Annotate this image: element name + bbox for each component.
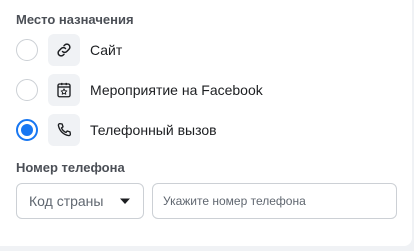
country-code-select[interactable]: Код страны [16,183,144,219]
destination-option-website[interactable]: Сайт [16,34,122,66]
option-label-facebook-event: Мероприятие на Facebook [90,82,263,98]
radio-selected-dot [21,124,33,136]
link-icon [48,34,80,66]
phone-number-input[interactable] [152,183,397,219]
caret-down-icon [119,197,131,205]
option-label-phone-call: Телефонный вызов [90,122,217,138]
phone-icon [48,114,80,146]
option-label-website: Сайт [90,42,123,58]
calendar-star-icon [48,74,80,106]
country-code-label: Код страны [29,193,104,209]
destination-option-facebook-event[interactable]: Мероприятие на Facebook [16,74,263,106]
destination-option-phone-call[interactable]: Телефонный вызов [16,114,217,146]
phone-number-title: Номер телефона [16,160,125,175]
radio-facebook-event[interactable] [16,79,38,101]
destination-title: Место назначения [16,12,134,27]
destination-card: Место назначения Сайт Мероприятие на Fac… [0,0,412,246]
radio-website[interactable] [16,39,38,61]
radio-phone-call[interactable] [16,119,38,141]
